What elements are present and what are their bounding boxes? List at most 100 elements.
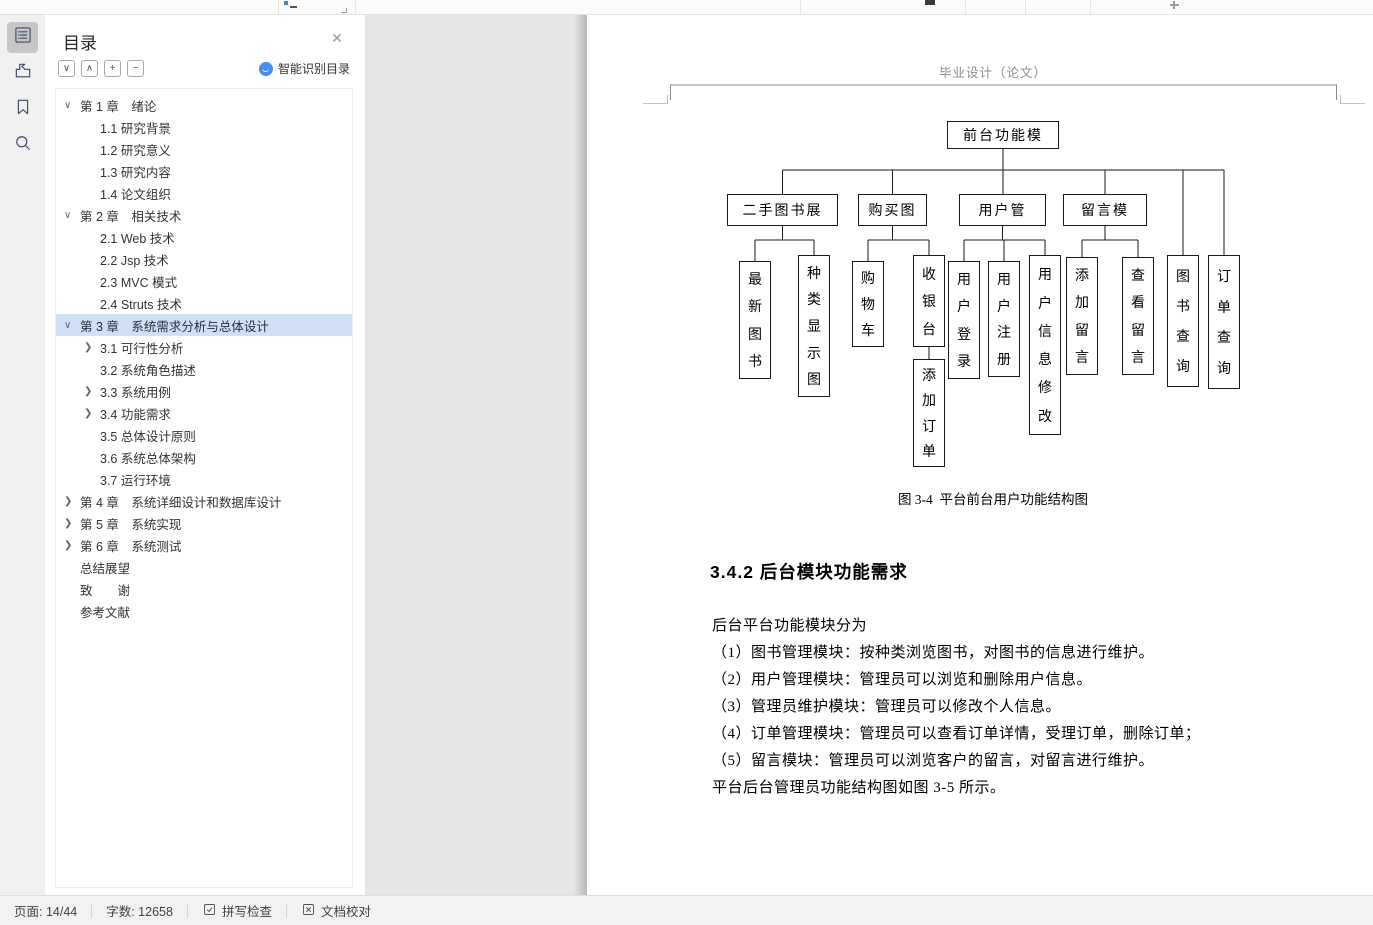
annotation-panel-button[interactable]	[7, 58, 38, 89]
toc-item[interactable]: 1.3 研究内容	[56, 160, 352, 182]
body-paragraph: 平台后台管理员功能结构图如图 3-5 所示。	[712, 780, 1006, 796]
bookmark-icon	[13, 97, 33, 122]
toc-item[interactable]: 2.2 Jsp 技术	[56, 248, 352, 270]
word-count[interactable]: 字数: 12658	[92, 896, 187, 925]
ribbon-divider	[1025, 0, 1026, 14]
chevron-right-icon[interactable]: ❯	[84, 342, 100, 353]
ribbon-icon-fragment	[341, 8, 347, 13]
toc-item-label: 1.3 研究内容	[100, 165, 171, 180]
diagram-node: 用户管	[959, 194, 1046, 226]
toc-item[interactable]: ❯ 第 5 章 系统实现	[56, 512, 352, 534]
toc-item[interactable]: 2.4 Struts 技术	[56, 292, 352, 314]
toc-item-label: 3.3 系统用例	[100, 385, 171, 400]
toc-item[interactable]: 2.3 MVC 模式	[56, 270, 352, 292]
toc-item-label: 2.4 Struts 技术	[100, 297, 182, 312]
page-indicator[interactable]: 页面: 14/44	[0, 896, 91, 925]
toc-item-label: 2.1 Web 技术	[100, 231, 175, 246]
toc-list: ∨ 第 1 章 绪论 1.1 研究背景 1.2 研究意义 1.3 研究内容 1.4 论文组…	[55, 88, 353, 888]
toc-item[interactable]: ∨ 第 1 章 绪论	[56, 94, 352, 116]
ribbon-icon-fragment	[925, 0, 935, 5]
toc-item[interactable]: ❯ 第 4 章 系统详细设计和数据库设计	[56, 490, 352, 512]
page-indicator-label: 页面: 14/44	[14, 905, 78, 919]
toc-panel: 目录 ✕ ∨ ∧ + − 智能识别目录 ∨ 第 1 章 绪论 1.1 研究背景 1.2…	[45, 15, 365, 895]
chevron-right-icon[interactable]: ❯	[84, 408, 100, 419]
ribbon-divider	[800, 0, 801, 14]
chevron-right-icon[interactable]: ❯	[84, 386, 100, 397]
toc-item-label: 3.6 系统总体架构	[100, 451, 196, 466]
toc-item-label: 3.4 功能需求	[100, 407, 171, 422]
toc-item[interactable]: 1.4 论文组织	[56, 182, 352, 204]
ribbon-divider	[965, 0, 966, 14]
smart-toc-button[interactable]: 智能识别目录	[258, 60, 350, 77]
chevron-right-icon[interactable]: ❯	[64, 496, 80, 507]
spell-check-toggle[interactable]: 拼写检查	[188, 896, 286, 925]
toc-item-label: 致 谢	[80, 583, 131, 598]
body-paragraph: （2）用户管理模块：管理员可以浏览和删除用户信息。	[712, 672, 1093, 688]
toc-item-label: 2.2 Jsp 技术	[100, 253, 169, 268]
chevron-right-icon[interactable]: ❯	[64, 540, 80, 551]
chevron-down-icon[interactable]: ∨	[64, 210, 80, 221]
toc-panel-button[interactable]	[7, 22, 38, 53]
ribbon-icon-fragment	[1173, 1, 1175, 9]
toc-item-label: 1.4 论文组织	[100, 187, 171, 202]
chevron-down-icon[interactable]: ∨	[64, 100, 80, 111]
body-paragraph: （1）图书管理模块：按种类浏览图书，对图书的信息进行维护。	[712, 645, 1155, 661]
search-panel-button[interactable]	[7, 130, 38, 161]
diagram-node: 收银台	[913, 255, 945, 347]
toc-item[interactable]: ∨ 第 2 章 相关技术	[56, 204, 352, 226]
toc-item[interactable]: 总结展望	[56, 556, 352, 578]
collapse-all-button[interactable]: ∨	[58, 60, 75, 77]
bookmark-panel-button[interactable]	[7, 94, 38, 125]
toc-item-label: 总结展望	[80, 561, 131, 576]
ribbon-divider	[1090, 0, 1091, 14]
toc-item[interactable]: ❯ 3.3 系统用例	[56, 380, 352, 402]
chevron-right-icon[interactable]: ❯	[64, 518, 80, 529]
diagram-node: 前台功能模	[947, 121, 1059, 149]
proofread-toggle[interactable]: 文档校对	[287, 896, 385, 925]
proofread-icon	[301, 902, 316, 920]
toc-item-label: 第 5 章 系统实现	[80, 517, 182, 532]
annotation-icon	[13, 61, 33, 86]
diagram-node: 用户注册	[988, 261, 1020, 377]
status-bar: 页面: 14/44 字数: 12658 拼写检查 文档校对	[0, 895, 1373, 925]
diagram-node: 种类显示图	[798, 255, 830, 397]
toc-item[interactable]: 3.7 运行环境	[56, 468, 352, 490]
proofread-label: 文档校对	[320, 905, 371, 919]
toc-item[interactable]: 2.1 Web 技术	[56, 226, 352, 248]
diagram-node: 留言模	[1063, 194, 1147, 226]
toc-item-label: 3.1 可行性分析	[100, 341, 184, 356]
diagram-node: 用户登录	[948, 261, 980, 379]
collapse-node-button[interactable]: −	[127, 60, 144, 77]
diagram-node: 添加留言	[1066, 257, 1098, 375]
search-icon	[13, 133, 33, 158]
ribbon-divider	[278, 0, 279, 14]
word-count-label: 字数: 12658	[106, 905, 173, 919]
page-shadow	[574, 15, 587, 895]
toc-item[interactable]: ❯ 3.4 功能需求	[56, 402, 352, 424]
toc-item[interactable]: 3.6 系统总体架构	[56, 446, 352, 468]
toc-toolbar: ∨ ∧ + − 智能识别目录	[58, 60, 352, 78]
expand-all-button[interactable]: ∧	[81, 60, 98, 77]
expand-node-button[interactable]: +	[104, 60, 121, 77]
toc-item[interactable]: 致 谢	[56, 578, 352, 600]
toc-item[interactable]: 3.2 系统角色描述	[56, 358, 352, 380]
toc-item-label: 第 3 章 系统需求分析与总体设计	[80, 319, 269, 334]
ribbon-divider	[355, 0, 356, 14]
toc-item[interactable]: ∨ 第 3 章 系统需求分析与总体设计	[56, 314, 352, 336]
document-page[interactable]: 毕业设计（论文） 前台功能模 二手图书展 购买图 用户管 留言模最新图书种类显示图购物车…	[587, 15, 1373, 895]
toc-item[interactable]: 参考文献	[56, 600, 352, 622]
ribbon-bottom-edge	[0, 0, 1373, 15]
toc-item[interactable]: 1.2 研究意义	[56, 138, 352, 160]
close-icon[interactable]: ✕	[328, 29, 346, 47]
diagram-node: 订单查询	[1208, 255, 1240, 389]
toc-item[interactable]: 1.1 研究背景	[56, 116, 352, 138]
toc-item[interactable]: 3.5 总体设计原则	[56, 424, 352, 446]
toc-item[interactable]: ❯ 第 6 章 系统测试	[56, 534, 352, 556]
toc-item-label: 1.1 研究背景	[100, 121, 171, 136]
smart-toc-label: 智能识别目录	[277, 62, 350, 76]
chevron-down-icon[interactable]: ∨	[64, 320, 80, 331]
spell-check-icon	[202, 902, 217, 920]
body-paragraph: 后台平台功能模块分为	[712, 618, 868, 634]
toc-item[interactable]: ❯ 3.1 可行性分析	[56, 336, 352, 358]
spell-check-label: 拼写检查	[221, 905, 272, 919]
